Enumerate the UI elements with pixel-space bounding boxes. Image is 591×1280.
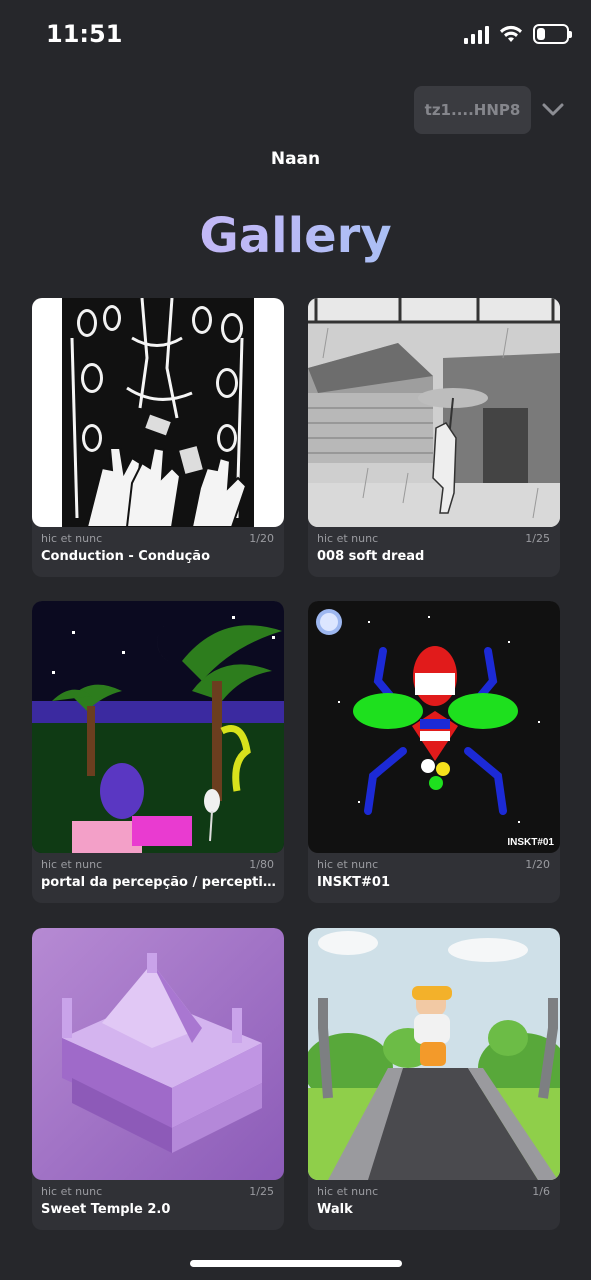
- card-meta: hic et nunc 1/25 008 soft dread: [308, 527, 560, 577]
- username: Naan: [270, 149, 321, 169]
- artwork-title: Conduction - Condução: [41, 549, 210, 564]
- gallery-grid: hic et nunc 1/20 Conduction - Condução h…: [32, 298, 560, 1238]
- platform-label: hic et nunc: [41, 858, 103, 871]
- artwork-title: portal da percepção / perception ...: [41, 875, 276, 890]
- gallery-card[interactable]: hic et nunc 1/20 Conduction - Condução: [32, 298, 284, 577]
- artwork-overlay-label: INSKT#01: [507, 837, 554, 848]
- artwork-title: 008 soft dread: [317, 549, 425, 564]
- edition-count: 1/80: [249, 858, 274, 871]
- edition-count: 1/25: [525, 532, 550, 545]
- wallet-address-button[interactable]: tz1....HNP8: [414, 86, 531, 134]
- platform-label: hic et nunc: [317, 1185, 379, 1198]
- edition-count: 1/6: [532, 1185, 550, 1198]
- edition-count: 1/25: [249, 1185, 274, 1198]
- artwork-image: [32, 601, 284, 853]
- platform-label: hic et nunc: [317, 858, 379, 871]
- artwork-title: Walk: [317, 1202, 353, 1217]
- artwork-image: [308, 298, 560, 527]
- card-meta: hic et nunc 1/20 INSKT#01: [308, 853, 560, 903]
- gallery-card[interactable]: hic et nunc 1/6 Walk: [308, 928, 560, 1230]
- artwork-image: [308, 928, 560, 1180]
- gallery-card[interactable]: INSKT#01 hic et nunc 1/20 INSKT#01: [308, 601, 560, 903]
- platform-label: hic et nunc: [317, 532, 379, 545]
- chevron-down-icon[interactable]: [540, 97, 566, 123]
- status-bar: 11:51: [0, 0, 591, 70]
- platform-label: hic et nunc: [41, 532, 103, 545]
- gallery-card[interactable]: hic et nunc 1/25 Sweet Temple 2.0: [32, 928, 284, 1230]
- card-meta: hic et nunc 1/20 Conduction - Condução: [32, 527, 284, 577]
- card-meta: hic et nunc 1/80 portal da percepção / p…: [32, 853, 284, 903]
- platform-label: hic et nunc: [41, 1185, 103, 1198]
- edition-count: 1/20: [249, 532, 274, 545]
- status-icons: [464, 24, 572, 44]
- status-time: 11:51: [46, 20, 123, 48]
- home-indicator[interactable]: [190, 1260, 402, 1267]
- wifi-icon: [500, 25, 522, 42]
- card-meta: hic et nunc 1/25 Sweet Temple 2.0: [32, 1180, 284, 1230]
- battery-icon: [533, 24, 572, 44]
- artwork-title: INSKT#01: [317, 875, 391, 890]
- gallery-card[interactable]: hic et nunc 1/25 008 soft dread: [308, 298, 560, 577]
- artwork-image: [32, 928, 284, 1180]
- card-meta: hic et nunc 1/6 Walk: [308, 1180, 560, 1230]
- artwork-image: INSKT#01: [308, 601, 560, 853]
- artwork-image: [32, 298, 284, 527]
- signal-icon: [464, 24, 489, 44]
- gallery-card[interactable]: hic et nunc 1/80 portal da percepção / p…: [32, 601, 284, 903]
- artwork-title: Sweet Temple 2.0: [41, 1202, 171, 1217]
- edition-count: 1/20: [525, 858, 550, 871]
- page-title: Gallery: [0, 208, 591, 264]
